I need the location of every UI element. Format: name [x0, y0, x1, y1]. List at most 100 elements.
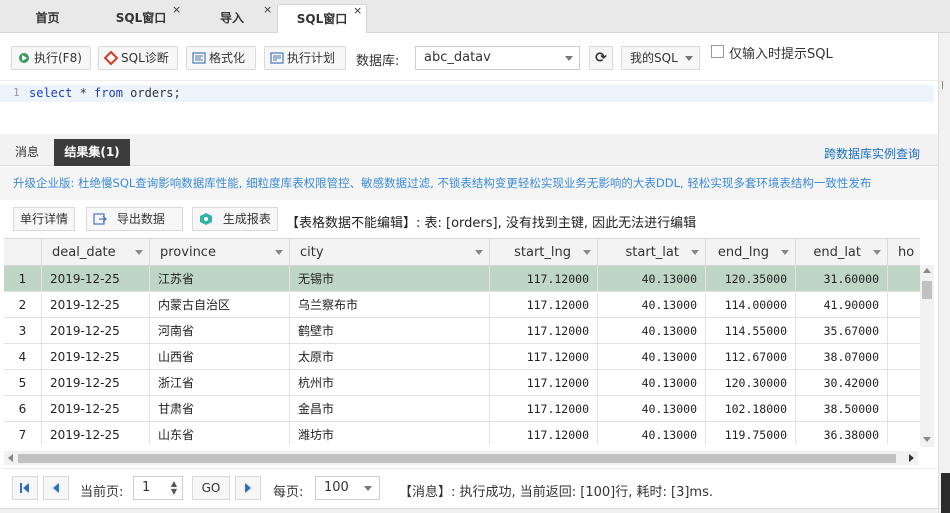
scroll-right-icon[interactable] — [909, 454, 914, 462]
first-page-button[interactable] — [12, 476, 38, 500]
format-button[interactable]: 格式化 — [186, 46, 256, 70]
cell-start-lng[interactable]: 117.12000 — [490, 292, 598, 318]
cell-end-lat[interactable]: 31.60000 — [796, 266, 888, 292]
scroll-thumb[interactable] — [922, 281, 932, 299]
cell-deal-date[interactable]: 2019-12-25 — [42, 318, 150, 344]
scroll-down-icon[interactable] — [923, 437, 931, 442]
table-row[interactable]: 3 2019-12-25 河南省 鹤壁市 117.12000 40.13000 114.55… — [4, 318, 920, 344]
cell-end-lng[interactable]: 119.75000 — [706, 422, 796, 444]
execute-button[interactable]: 执行(F8) — [11, 46, 91, 70]
cell-deal-date[interactable]: 2019-12-25 — [42, 292, 150, 318]
vertical-scrollbar[interactable] — [920, 265, 934, 447]
cell-start-lat[interactable]: 40.13000 — [598, 344, 706, 370]
cell-province[interactable]: 河南省 — [150, 318, 290, 344]
cell-end-lng[interactable]: 114.00000 — [706, 292, 796, 318]
filter-icon[interactable] — [475, 250, 483, 255]
tab-home[interactable]: 首页 — [0, 4, 95, 33]
cell-end-lat[interactable]: 38.50000 — [796, 396, 888, 422]
cell-province[interactable]: 内蒙古自治区 — [150, 292, 290, 318]
cell-ho[interactable] — [888, 292, 920, 318]
column-header-ho[interactable]: ho — [888, 239, 920, 266]
row-number[interactable]: 5 — [4, 370, 42, 396]
cross-db-query-link[interactable]: 跨数据库实例查询 — [824, 145, 920, 162]
cell-start-lat[interactable]: 40.13000 — [598, 292, 706, 318]
cell-city[interactable]: 无锡市 — [290, 266, 490, 292]
table-row[interactable]: 4 2019-12-25 山西省 太原市 117.12000 40.13000 112.67… — [4, 344, 920, 370]
go-button[interactable]: GO — [192, 476, 230, 500]
cell-city[interactable]: 潍坊市 — [290, 422, 490, 444]
hint-only-checkbox[interactable] — [711, 45, 724, 58]
cell-end-lat[interactable]: 35.67000 — [796, 318, 888, 344]
column-header-city[interactable]: city — [290, 239, 490, 266]
tab-result-set[interactable]: 结果集(1) — [54, 139, 130, 166]
upgrade-banner[interactable]: 升级企业版: 杜绝慢SQL查询影响数据库性能, 细粒度库表权限管控、敏感数据过滤… — [0, 167, 938, 200]
column-header-end-lng[interactable]: end_lng — [706, 239, 796, 266]
column-header-end-lat[interactable]: end_lat — [796, 239, 888, 266]
sql-diagnose-button[interactable]: SQL诊断 — [98, 46, 178, 70]
cell-end-lng[interactable]: 120.35000 — [706, 266, 796, 292]
row-detail-button[interactable]: 单行详情 — [13, 207, 76, 231]
scroll-left-icon[interactable] — [8, 454, 13, 462]
cell-end-lat[interactable]: 36.38000 — [796, 422, 888, 444]
column-header-province[interactable]: province — [150, 239, 290, 266]
my-sql-dropdown[interactable]: 我的SQL — [621, 46, 700, 70]
sql-editor[interactable]: 1 select * from orders; — [0, 80, 938, 134]
table-row[interactable]: 5 2019-12-25 浙江省 杭州市 117.12000 40.13000 120.30… — [4, 370, 920, 396]
cell-end-lat[interactable]: 41.90000 — [796, 292, 888, 318]
cell-deal-date[interactable]: 2019-12-25 — [42, 396, 150, 422]
row-number[interactable]: 3 — [4, 318, 42, 344]
cell-deal-date[interactable]: 2019-12-25 — [42, 266, 150, 292]
cell-start-lng[interactable]: 117.12000 — [490, 266, 598, 292]
execution-plan-button[interactable]: 执行计划 — [264, 46, 346, 70]
cell-province[interactable]: 甘肃省 — [150, 396, 290, 422]
filter-icon[interactable] — [873, 250, 881, 255]
cell-start-lng[interactable]: 117.12000 — [490, 396, 598, 422]
cell-ho[interactable] — [888, 396, 920, 422]
scroll-thumb[interactable] — [18, 454, 896, 463]
export-data-button[interactable]: 导出数据 — [86, 207, 183, 244]
cell-ho[interactable] — [888, 344, 920, 370]
column-header-deal-date[interactable]: deal_date — [42, 239, 150, 266]
close-icon[interactable]: × — [172, 0, 181, 24]
cell-city[interactable]: 金昌市 — [290, 396, 490, 422]
cell-end-lng[interactable]: 114.55000 — [706, 318, 796, 344]
current-page-input[interactable]: 1 ▲ ▼ — [133, 476, 183, 500]
row-number[interactable]: 2 — [4, 292, 42, 318]
table-row[interactable]: 7 2019-12-25 山东省 潍坊市 117.12000 40.13000 119.75… — [4, 422, 920, 444]
cell-ho[interactable] — [888, 422, 920, 444]
row-number[interactable]: 4 — [4, 344, 42, 370]
cell-province[interactable]: 山东省 — [150, 422, 290, 444]
sql-code[interactable]: select * from orders; — [29, 86, 181, 100]
filter-icon[interactable] — [781, 250, 789, 255]
cell-start-lng[interactable]: 117.12000 — [490, 422, 598, 444]
cell-city[interactable]: 杭州市 — [290, 370, 490, 396]
page-stepper-icon[interactable]: ▲ ▼ — [171, 480, 177, 496]
database-select[interactable]: abc_datav — [415, 46, 580, 70]
next-page-button[interactable] — [235, 476, 261, 500]
cell-end-lng[interactable]: 102.18000 — [706, 396, 796, 422]
column-header-start-lng[interactable]: start_lng — [490, 239, 598, 266]
tab-messages[interactable]: 消息 — [0, 139, 54, 166]
close-icon[interactable]: × — [263, 0, 272, 24]
tab-import[interactable]: 导入 × — [187, 3, 277, 33]
prev-page-button[interactable] — [43, 476, 69, 500]
generate-report-button[interactable]: 生成报表 — [192, 207, 278, 231]
cell-start-lat[interactable]: 40.13000 — [598, 396, 706, 422]
cell-start-lat[interactable]: 40.13000 — [598, 266, 706, 292]
cell-province[interactable]: 浙江省 — [150, 370, 290, 396]
cell-province[interactable]: 江苏省 — [150, 266, 290, 292]
row-number[interactable]: 7 — [4, 422, 42, 444]
cell-province[interactable]: 山西省 — [150, 344, 290, 370]
cell-deal-date[interactable]: 2019-12-25 — [42, 370, 150, 396]
filter-icon[interactable] — [583, 250, 591, 255]
filter-icon[interactable] — [135, 250, 143, 255]
table-row[interactable]: 2 2019-12-25 内蒙古自治区 乌兰察布市 117.12000 40.13000 1… — [4, 292, 920, 318]
table-row[interactable]: 1 2019-12-25 江苏省 无锡市 117.12000 40.13000 120.35… — [4, 266, 920, 292]
refresh-button[interactable]: ⟳ — [589, 46, 613, 70]
tab-sql-window-2[interactable]: SQL窗口 × — [277, 4, 367, 34]
tab-sql-window-1[interactable]: SQL窗口 × — [95, 3, 187, 33]
cell-city[interactable]: 鹤壁市 — [290, 318, 490, 344]
cell-end-lng[interactable]: 112.67000 — [706, 344, 796, 370]
cell-deal-date[interactable]: 2019-12-25 — [42, 422, 150, 444]
cell-city[interactable]: 太原市 — [290, 344, 490, 370]
